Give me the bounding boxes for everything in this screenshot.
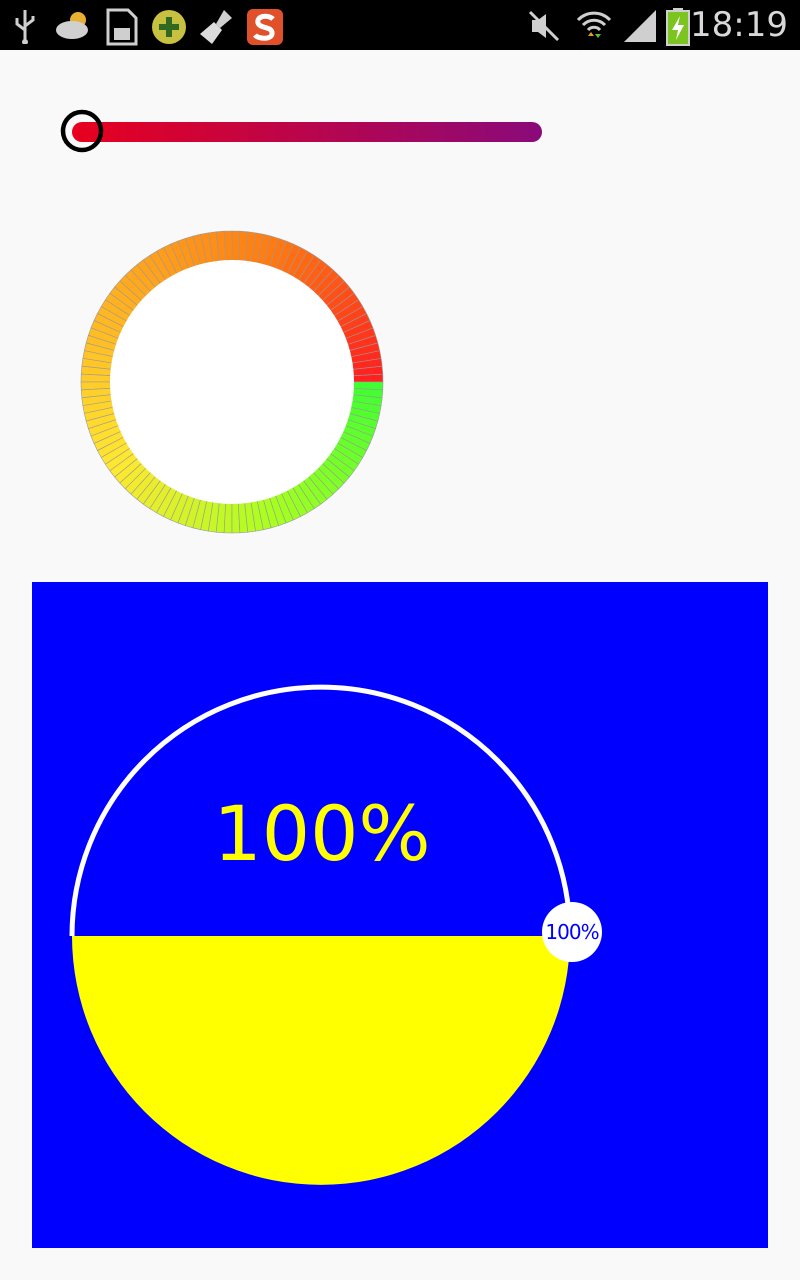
progress-badge[interactable]: 100% (542, 902, 602, 962)
slider-track[interactable] (72, 122, 542, 142)
sd-card-icon (106, 8, 138, 46)
wifi-icon (576, 11, 612, 38)
weather-icon (56, 12, 88, 39)
ring-segment (223, 500, 233, 534)
usb-icon (15, 10, 35, 44)
mute-icon (528, 10, 560, 42)
wave-progress-panel: 100% 100% (32, 582, 768, 1248)
ring-segment (231, 230, 241, 264)
battery-charging-icon (666, 8, 690, 46)
app-plus-icon (152, 10, 186, 44)
color-ring (80, 230, 384, 534)
percent-label: 100% (213, 789, 431, 878)
broom-icon (200, 10, 232, 44)
status-bar: 18:19 (0, 0, 800, 50)
ring-segment (350, 381, 384, 391)
wave-fill (72, 936, 570, 1185)
clock: 18:19 (690, 5, 788, 45)
signal-icon (624, 10, 656, 42)
gradient-slider[interactable] (58, 108, 548, 158)
content-area: 100% 100% (0, 50, 800, 1280)
badge-label: 100% (545, 920, 599, 944)
ring-segment (80, 373, 114, 383)
s-app-icon (247, 9, 283, 45)
